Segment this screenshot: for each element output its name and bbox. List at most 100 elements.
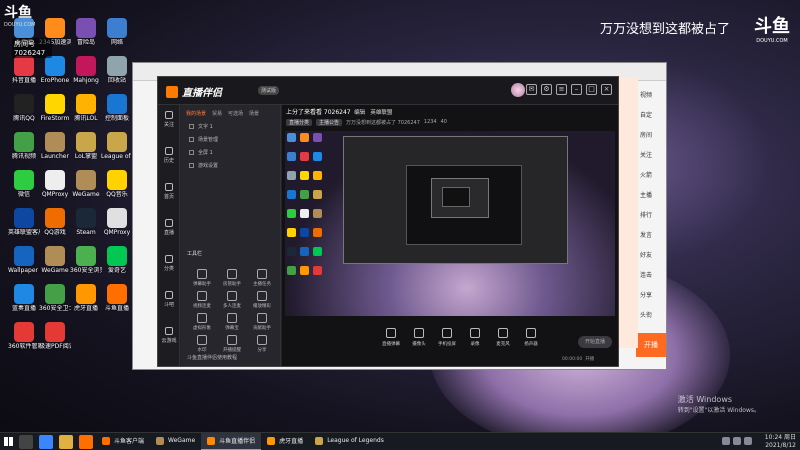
desktop-icon[interactable]: LoL掌盟 (70, 132, 102, 160)
toolbar-button[interactable]: 直播弹幕 (378, 328, 404, 347)
tool-item[interactable]: 分享 (247, 335, 277, 353)
desktop-icon[interactable]: 腾讯LOL (70, 94, 102, 122)
volume-icon[interactable] (733, 437, 741, 445)
avatar[interactable] (511, 83, 525, 97)
desktop-icon[interactable]: EroPhone (39, 56, 71, 84)
desktop-icon[interactable]: 腾讯QQ (8, 94, 40, 122)
desktop-icon[interactable]: 回收站 (101, 56, 133, 84)
desktop-icon[interactable]: WeGame (70, 170, 102, 198)
desktop-icon[interactable]: 360软件管家 (8, 322, 40, 350)
taskbar-task[interactable]: 斗鱼客户端 (96, 433, 150, 450)
minimize-icon[interactable]: – (571, 84, 582, 95)
rail-item[interactable]: 斗吧 (158, 285, 180, 321)
tool-item[interactable]: 开播提醒 (217, 335, 247, 353)
desktop-icon[interactable]: WeGame (39, 246, 71, 274)
taskbar-task[interactable]: 虎牙直播 (261, 433, 309, 450)
scene-tab[interactable]: 场景 (249, 110, 259, 117)
taskbar-task[interactable]: League of Legends (309, 433, 390, 450)
rail-item[interactable]: 关注 (158, 105, 180, 141)
rail-item[interactable]: 直播 (158, 213, 180, 249)
tool-item[interactable]: 视频连麦 (187, 291, 217, 309)
ime-icon[interactable] (744, 437, 752, 445)
rail-item[interactable]: 云游戏 (158, 321, 180, 357)
scene-checkbox[interactable] (189, 150, 194, 155)
desktop-icon[interactable]: Launcher (39, 132, 71, 160)
rail-item[interactable]: 历史 (158, 141, 180, 177)
toolbar-button[interactable]: 扬声器 (518, 328, 544, 347)
desktop-icon[interactable]: 斗鱼直播 (101, 284, 133, 312)
tutorial-link[interactable]: 斗鱼直播伴侣使用教程 (187, 354, 237, 361)
desktop-icon[interactable]: 极速PDF阅读器 (39, 322, 71, 350)
close-icon[interactable]: × (601, 84, 612, 95)
taskbar-task[interactable]: 斗鱼直播伴侣 (201, 432, 262, 450)
settings-icon[interactable]: ⚙ (541, 84, 552, 95)
tool-item[interactable]: 房管助手 (217, 269, 247, 287)
desktop-icon[interactable]: 爱奇艺 (101, 246, 133, 274)
menu-icon[interactable]: ≡ (556, 84, 567, 95)
tool-item[interactable]: 虚拟形象 (187, 313, 217, 331)
desktop-icon[interactable]: 控制面板 (101, 94, 133, 122)
folder-icon[interactable] (59, 434, 73, 449)
toolbar-button[interactable]: 手机投屏 (434, 328, 460, 347)
tool-item[interactable]: 多人连麦 (217, 291, 247, 309)
tool-item[interactable]: 贡献助手 (247, 313, 277, 331)
edit-label[interactable]: 编辑 (354, 110, 365, 116)
desktop-icon[interactable]: 腾讯视频 (8, 132, 40, 160)
desktop-icon[interactable]: Wallpaper Engine (8, 246, 40, 274)
toolbar-button[interactable]: 录像 (462, 328, 488, 347)
scene-checkbox[interactable] (189, 137, 194, 142)
clock[interactable]: 10:24 周日 2021/8/12 (765, 434, 796, 450)
chip-notice[interactable]: 主播公告 (316, 119, 343, 126)
scene-item[interactable]: 全屏 1 (181, 146, 280, 159)
scene-checkbox[interactable] (189, 163, 194, 168)
desktop-icon[interactable]: QQ音乐 (101, 170, 133, 198)
desktop-icon[interactable]: Mahjong (70, 56, 102, 84)
scene-tab[interactable]: 我的场景 (186, 110, 206, 117)
desktop-icon[interactable]: 网络 (101, 18, 133, 46)
maximize-icon[interactable]: □ (586, 84, 597, 95)
stream-preview[interactable] (285, 131, 615, 316)
search-icon[interactable] (19, 434, 33, 449)
message-icon[interactable]: ✉ (526, 84, 537, 95)
desktop-icon[interactable]: QMProxy (101, 208, 133, 236)
edge-icon[interactable] (39, 434, 53, 449)
toolbar-button[interactable]: 摄像头 (406, 328, 432, 347)
desktop-icon[interactable]: FireStorm (39, 94, 71, 122)
streaming-app-window[interactable]: 直播伴侣 测试版 ✉ ⚙ ≡ – □ × 关注 历史 首页 直播 分类 斗吧 云游戏 我的场… (157, 76, 619, 367)
tool-item[interactable]: 播放精彩 (247, 291, 277, 309)
start-stream-button[interactable]: 开始直播 (578, 336, 612, 348)
desktop-icon[interactable]: 微信 (8, 170, 40, 198)
tool-item[interactable]: 弹幕宝 (217, 313, 247, 331)
rail-item[interactable]: 分类 (158, 249, 180, 285)
scene-item[interactable]: 场景管理 (181, 133, 280, 146)
desktop-icon[interactable]: 冒险岛 (70, 18, 102, 46)
desktop-icon[interactable]: 虎牙直播 (70, 284, 102, 312)
category-label[interactable]: 英雄联盟 (370, 110, 392, 116)
scene-item[interactable]: 游戏设置 (181, 159, 280, 172)
scene-checkbox[interactable] (189, 124, 194, 129)
scene-tab[interactable]: 可选场 (228, 110, 243, 117)
desktop-icon[interactable]: League of Legends (101, 132, 133, 160)
douyu-icon[interactable] (79, 434, 93, 449)
desktop-icon[interactable]: 360安全浏览器 (70, 246, 102, 274)
rail-item[interactable]: 首页 (158, 177, 180, 213)
desktop-icon[interactable]: 英雄联盟客户端 (8, 208, 40, 236)
desktop-icon[interactable]: 蓝奏直播 (8, 284, 40, 312)
scene-item[interactable]: 文字 1 (181, 120, 280, 133)
desktop-icon[interactable]: 360安全卫士 (39, 284, 71, 312)
taskbar-task[interactable]: WeGame (150, 433, 201, 450)
toolbar-button[interactable]: 麦克风 (490, 328, 516, 347)
tool-item[interactable]: 水印 (187, 335, 217, 353)
network-icon[interactable] (722, 437, 730, 445)
desktop-icon[interactable]: QMProxy (39, 170, 71, 198)
scene-tab[interactable]: 贸易 (212, 110, 222, 117)
desktop-icon[interactable]: 抖音直播 (8, 56, 40, 84)
tool-item[interactable]: 主播任务 (247, 269, 277, 287)
background-orange-button[interactable]: 开播 (636, 333, 666, 357)
start-button[interactable] (0, 433, 16, 450)
stream-title[interactable]: 上分了来看看 7026247 (286, 109, 351, 116)
chip-category[interactable]: 直播分类 (286, 119, 313, 126)
desktop-icon[interactable]: QQ游戏 (39, 208, 71, 236)
tool-item[interactable]: 弹幕助手 (187, 269, 217, 287)
desktop-icon[interactable]: Steam (70, 208, 102, 236)
